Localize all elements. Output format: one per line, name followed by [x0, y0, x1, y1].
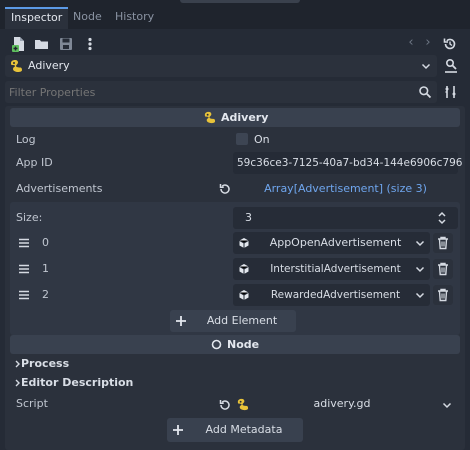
- chevron-down-icon[interactable]: [441, 399, 453, 411]
- item-value: RewardedAdvertisement: [270, 289, 401, 301]
- add-metadata-label: Add Metadata: [205, 423, 283, 436]
- process-section[interactable]: Process: [21, 357, 69, 371]
- add-element-label: Add Element: [206, 314, 278, 327]
- load-resource-icon[interactable]: [34, 36, 50, 52]
- class-header-label: Adivery: [221, 111, 269, 124]
- save-resource-icon[interactable]: [58, 36, 74, 52]
- plus-icon: [174, 314, 188, 328]
- size-value: 3: [245, 211, 252, 224]
- tools-icon[interactable]: [443, 84, 459, 100]
- revert-icon[interactable]: [218, 398, 232, 412]
- item-value: InterstitialAdvertisement: [270, 263, 401, 275]
- item-index: 0: [42, 236, 49, 249]
- history-icon[interactable]: [442, 36, 458, 52]
- item-index: 1: [42, 262, 49, 275]
- new-resource-icon[interactable]: [11, 36, 27, 52]
- log-checkbox[interactable]: [236, 133, 248, 145]
- resource-cube-icon: [238, 263, 250, 275]
- more-options-icon[interactable]: [82, 36, 98, 52]
- remove-item-button[interactable]: [433, 285, 453, 305]
- script-icon: [203, 111, 216, 124]
- drag-handle-icon[interactable]: [16, 236, 32, 250]
- plus-icon: [171, 423, 185, 437]
- script-value[interactable]: adivery.gd: [252, 397, 432, 411]
- item-index: 2: [42, 288, 49, 301]
- revert-icon[interactable]: [218, 182, 232, 196]
- tab-history[interactable]: History: [109, 7, 160, 29]
- resource-cube-icon: [238, 289, 250, 301]
- log-checkbox-label: On: [254, 133, 270, 146]
- search-icon: [418, 85, 432, 99]
- tab-inspector[interactable]: Inspector: [5, 7, 69, 29]
- chevron-down-icon[interactable]: [420, 59, 432, 73]
- chevron-down-icon[interactable]: [414, 263, 426, 275]
- history-forward-icon[interactable]: ›: [421, 35, 435, 51]
- app-id-label: App ID: [16, 156, 53, 169]
- advertisements-array-button[interactable]: Array[Advertisement] (size 3): [233, 182, 458, 196]
- trash-icon: [438, 262, 448, 276]
- spin-arrows-icon[interactable]: [436, 210, 448, 226]
- drag-handle-icon[interactable]: [16, 288, 32, 302]
- item-value: AppOpenAdvertisement: [269, 236, 402, 249]
- script-icon: [236, 398, 249, 411]
- tab-bar-indicator: [180, 0, 300, 3]
- size-spinbox[interactable]: [233, 207, 458, 229]
- remove-item-button[interactable]: [433, 259, 453, 279]
- trash-icon: [438, 288, 448, 302]
- history-back-icon[interactable]: ‹: [404, 35, 418, 51]
- chevron-down-icon[interactable]: [414, 237, 426, 249]
- node-section-label: Node: [227, 338, 260, 351]
- size-label: Size:: [16, 211, 43, 224]
- tab-node[interactable]: Node: [67, 7, 108, 29]
- trash-icon: [438, 236, 448, 250]
- editor-description-section[interactable]: Editor Description: [21, 376, 133, 390]
- resource-cube-icon: [238, 237, 250, 249]
- remove-item-button[interactable]: [433, 233, 453, 253]
- script-label: Script: [16, 397, 48, 410]
- script-icon: [9, 59, 23, 73]
- advertisements-label: Advertisements: [16, 182, 103, 195]
- node-icon: [211, 339, 222, 350]
- filter-properties-input[interactable]: [9, 83, 409, 101]
- chevron-down-icon[interactable]: [414, 289, 426, 301]
- object-name: Adivery: [28, 59, 70, 72]
- log-label: Log: [16, 133, 36, 146]
- object-properties-icon[interactable]: [443, 57, 459, 75]
- app-id-value: 59c36ce3-7125-40a7-bd34-144e6906c796: [237, 157, 463, 169]
- drag-handle-icon[interactable]: [16, 262, 32, 276]
